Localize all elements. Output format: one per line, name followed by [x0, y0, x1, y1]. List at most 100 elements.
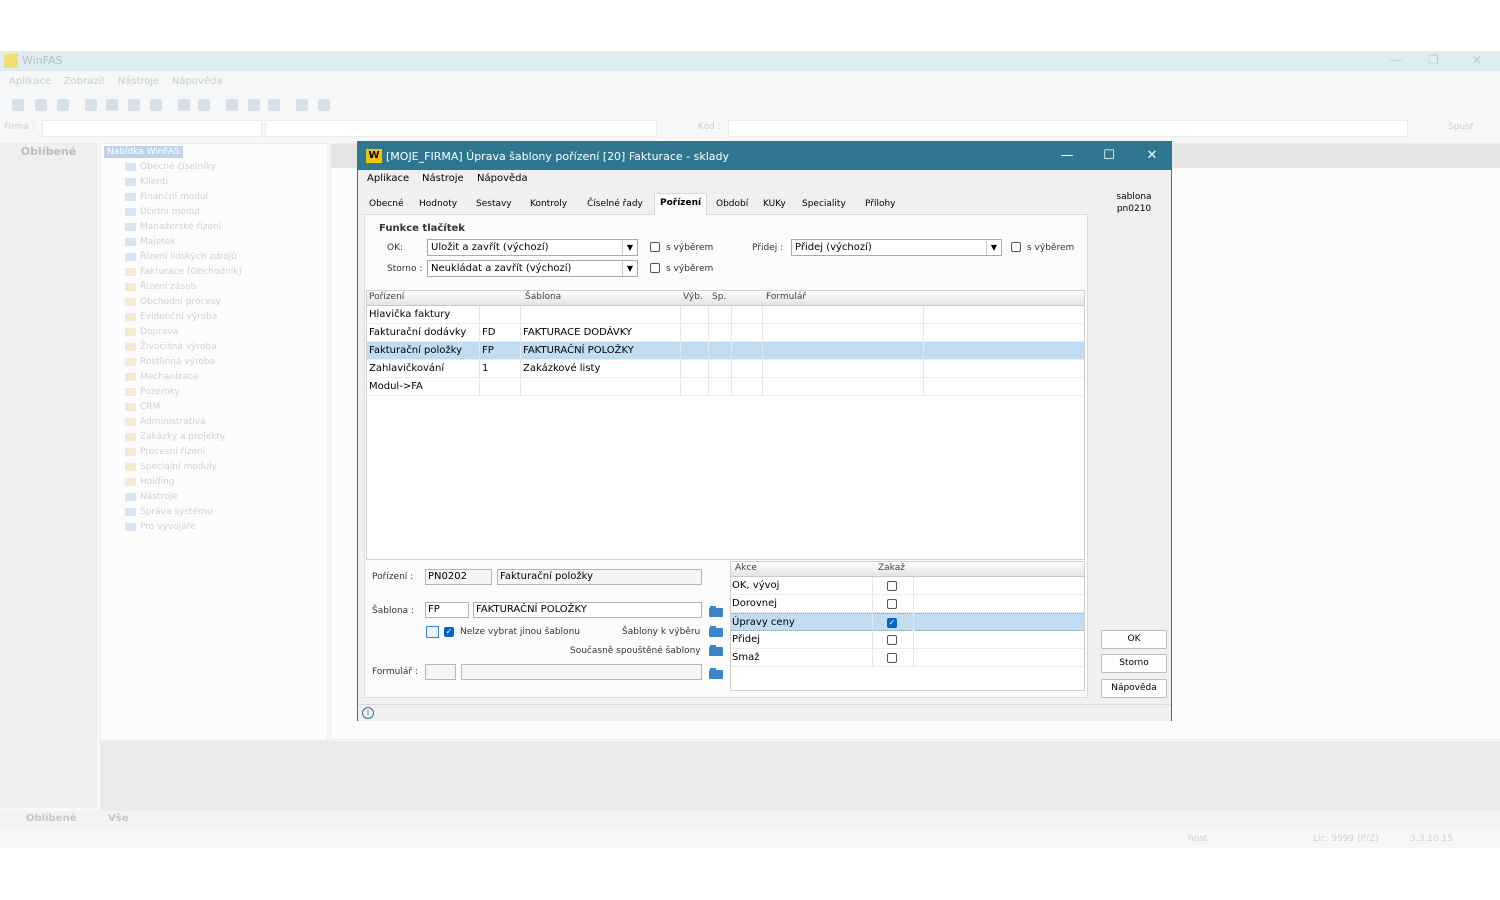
tree-item[interactable]: Nástroje [111, 492, 178, 506]
minimize-icon[interactable]: — [1390, 53, 1402, 67]
tree-item[interactable]: Procesní řízení [111, 447, 205, 461]
tree-item[interactable]: Finanční modul [111, 192, 208, 206]
menu-aplikace[interactable]: Aplikace [9, 76, 51, 87]
tab-ciselne-rady[interactable]: Číselné řady [582, 195, 648, 213]
menu-aplikace[interactable]: Aplikace [367, 173, 409, 184]
col-sp[interactable]: Sp. [712, 292, 726, 302]
tab-oblibene[interactable]: Oblíbené [26, 813, 76, 824]
col-formular[interactable]: Formulář [766, 292, 806, 302]
action-row[interactable]: Smaž [731, 649, 1084, 667]
tab-hodnoty[interactable]: Hodnoty [414, 195, 462, 213]
tree-item[interactable]: Fakturace (Obchodník) [111, 267, 242, 281]
pridej-with-selection-checkbox[interactable] [1011, 242, 1021, 252]
action-row[interactable]: Dorovnej [731, 595, 1084, 613]
grid-row[interactable]: Hlavička faktury [367, 306, 1084, 324]
tree-item[interactable]: Evidenční výroba [111, 312, 217, 326]
folder-open-icon[interactable] [709, 667, 723, 679]
forbid-checkbox[interactable] [887, 653, 897, 663]
tree-item[interactable]: Obchodní procesy [111, 297, 221, 311]
kod-input[interactable] [728, 120, 1408, 137]
tree-item[interactable]: Pro vývojáře [111, 522, 196, 536]
toolbar-view2-icon[interactable] [35, 99, 47, 111]
tree-item[interactable]: Živočišná výroba [111, 342, 217, 356]
ok-with-selection-checkbox[interactable] [650, 242, 660, 252]
grid-row[interactable]: Zahlavičkování 1 Zakázkové listy [367, 360, 1084, 378]
sort-icon[interactable] [178, 99, 190, 111]
action-row[interactable]: Přidej [731, 631, 1084, 649]
storno-action-select[interactable]: Neukládat a zavřít (výchozí) ▼ [427, 260, 638, 277]
tab-prilohy[interactable]: Přílohy [860, 195, 901, 213]
tree-item[interactable]: Pozemky [111, 387, 180, 401]
tree-item[interactable]: Rostlinná výroba [111, 357, 215, 371]
edit-note-icon[interactable] [426, 626, 439, 638]
tab-obecne[interactable]: Obecné [364, 195, 409, 213]
col-zakaz[interactable]: Zakaž [878, 563, 905, 573]
tab-speciality[interactable]: Speciality [797, 195, 851, 213]
tree-item[interactable]: Manažerské řízení [111, 222, 221, 236]
menu-nastroje[interactable]: Nástroje [118, 76, 160, 87]
folder-list-icon[interactable] [709, 625, 723, 637]
minus-icon[interactable] [248, 99, 260, 111]
menu-zobrazit[interactable]: Zobrazit [64, 76, 106, 87]
forbid-checkbox[interactable] [887, 599, 897, 609]
menu-napoveda[interactable]: Nápověda [477, 173, 528, 184]
run-button[interactable]: Spusť [1448, 122, 1473, 132]
folder-open-icon[interactable] [709, 605, 723, 617]
toolbar-view3-icon[interactable] [57, 99, 69, 111]
monitor-icon[interactable] [296, 99, 308, 111]
tree-item[interactable]: CRM [111, 402, 160, 416]
tree-item[interactable]: Klienti [111, 177, 168, 191]
tree-item[interactable]: Speciální moduly [111, 462, 217, 476]
up-icon[interactable] [150, 99, 162, 111]
toolbar-view-icon[interactable] [12, 99, 24, 111]
grid-row-selected[interactable]: Fakturační položky FP FAKTURAČNÍ POLOŽKY [367, 342, 1084, 360]
favorite-icon[interactable] [226, 99, 238, 111]
tab-sestavy[interactable]: Sestavy [471, 195, 517, 213]
col-sablona[interactable]: Šablona [525, 292, 561, 302]
tree-item[interactable]: Doprava [111, 327, 178, 341]
tab-vse[interactable]: Vše [108, 813, 128, 824]
menu-napoveda[interactable]: Nápověda [172, 76, 223, 87]
tree-item[interactable]: Obecné číselníky [111, 162, 216, 176]
firm-name-input[interactable] [265, 120, 657, 137]
tree-item[interactable]: Řízení zásob [111, 282, 196, 296]
grid-row[interactable]: Fakturační dodávky FD FAKTURACE DODÁVKY [367, 324, 1084, 342]
forbid-checkbox[interactable] [887, 581, 897, 591]
settings-icon[interactable] [268, 99, 280, 111]
tree-item[interactable]: Řízení lidských zdrojů [111, 252, 237, 266]
back-icon[interactable] [85, 99, 97, 111]
close-icon[interactable]: ✕ [1472, 53, 1482, 67]
close-icon[interactable]: ✕ [1139, 147, 1165, 165]
col-vyb[interactable]: Výb. [683, 292, 703, 302]
col-akce[interactable]: Akce [735, 563, 757, 573]
storno-with-selection-checkbox[interactable] [650, 263, 660, 273]
grid-row[interactable]: Modul->FA [367, 378, 1084, 396]
porizeni-name-field[interactable]: Fakturační položky [497, 569, 702, 585]
pridej-action-select[interactable]: Přidej (výchozí) ▼ [791, 239, 1002, 256]
copy-icon[interactable] [106, 99, 118, 111]
info-icon[interactable]: i [362, 707, 374, 719]
sablona-name-field[interactable]: FAKTURAČNÍ POLOŽKY [473, 602, 702, 618]
formular-code-field[interactable] [425, 664, 456, 680]
help-icon[interactable] [318, 99, 330, 111]
action-row-selected[interactable]: Úpravy ceny ✓ [731, 613, 1084, 631]
refresh-icon[interactable] [128, 99, 140, 111]
forbid-checkbox[interactable] [887, 635, 897, 645]
tree-item[interactable]: Majetek [111, 237, 176, 251]
storno-button[interactable]: Storno [1101, 654, 1167, 673]
tree-root[interactable]: Nabídka WinFAS [104, 146, 183, 158]
minimize-icon[interactable]: — [1054, 147, 1080, 165]
tree-item[interactable]: Účetní modul [111, 207, 200, 221]
tree-item[interactable]: Správa systému [111, 507, 213, 521]
tab-kontroly[interactable]: Kontroly [525, 195, 572, 213]
tab-kuky[interactable]: KUKy [758, 195, 791, 213]
firm-input[interactable] [42, 120, 262, 137]
tree-item[interactable]: Administrativa [111, 417, 206, 431]
ok-action-select[interactable]: Uložit a zavřít (výchozí) ▼ [427, 239, 638, 256]
restore-icon[interactable]: ❐ [1428, 53, 1439, 67]
menu-nastroje[interactable]: Nástroje [422, 173, 464, 184]
col-porizeni[interactable]: Pořízení [369, 292, 404, 302]
tree-item[interactable]: Zakázky a projekty [111, 432, 225, 446]
filter-icon[interactable] [198, 99, 210, 111]
lock-template-checkbox[interactable]: ✓ [444, 627, 454, 637]
